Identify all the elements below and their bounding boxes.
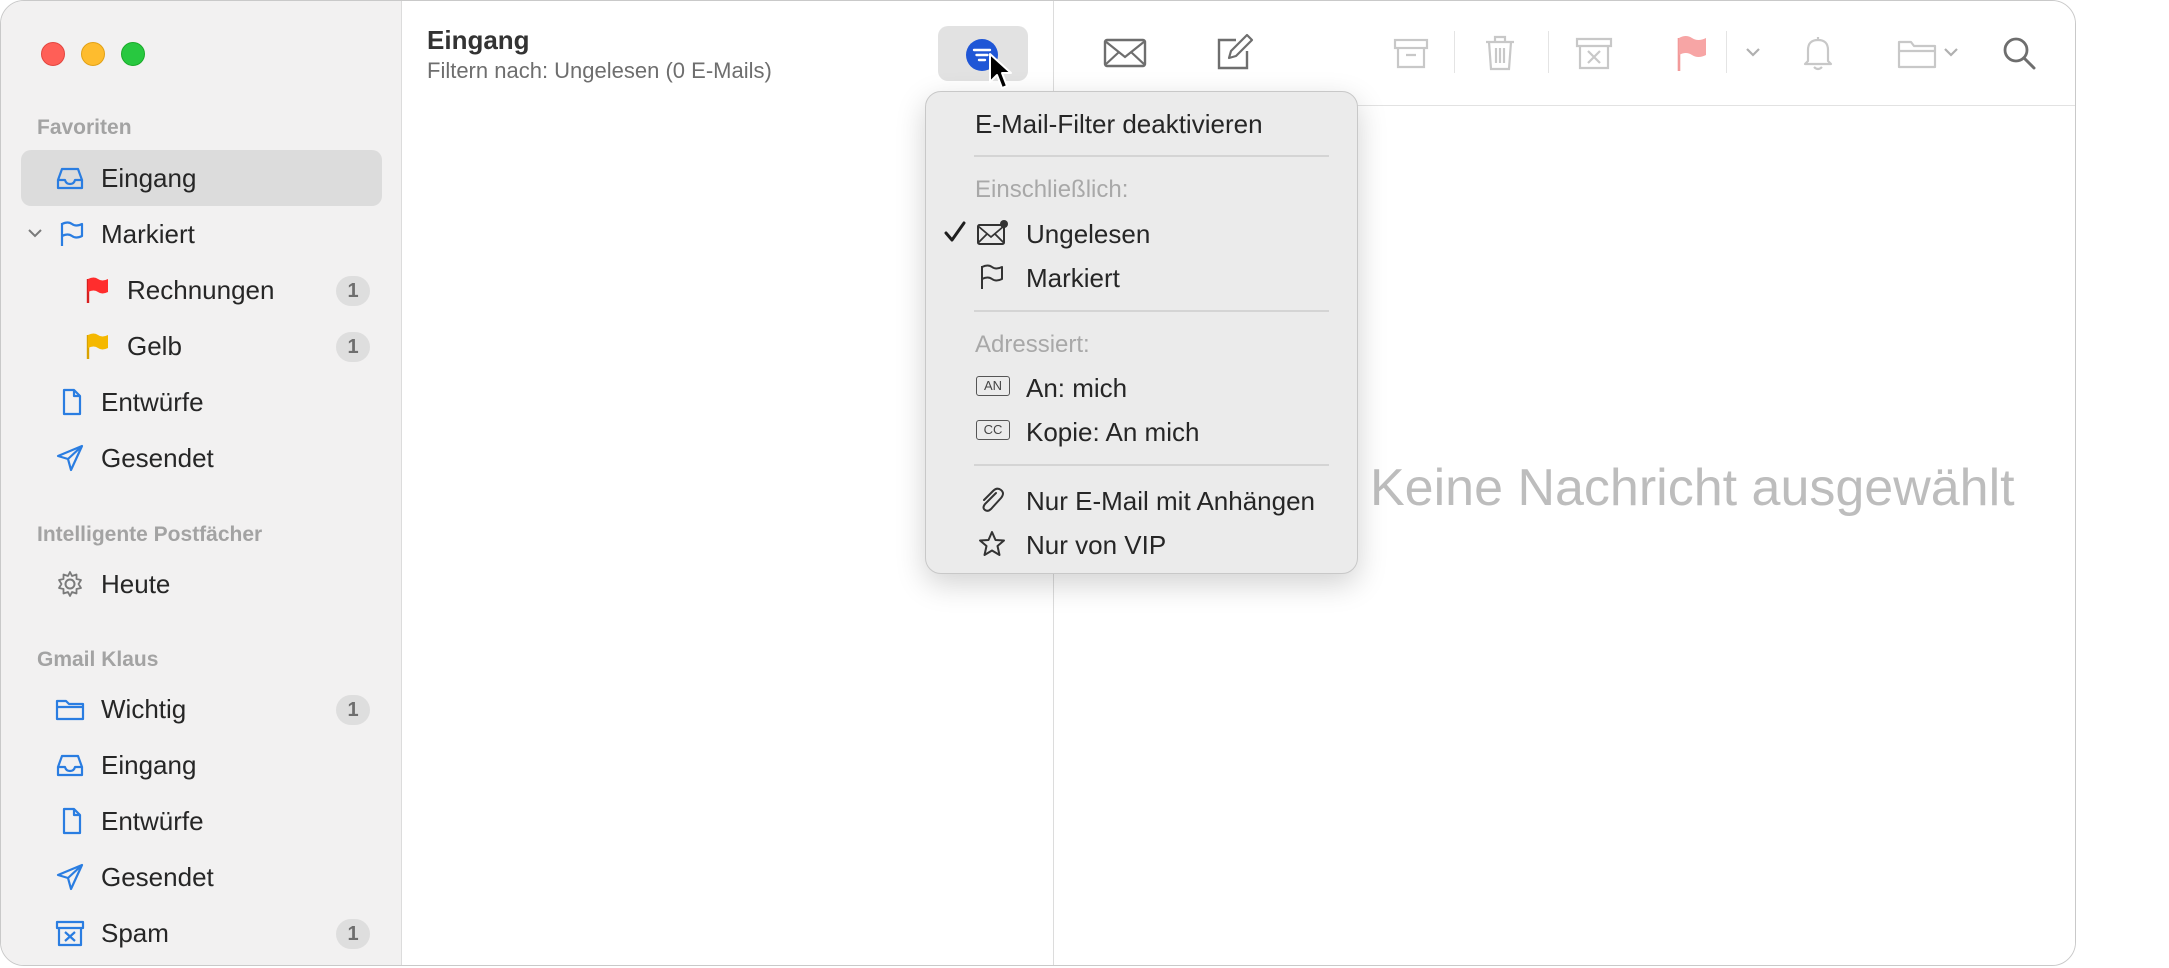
menu-separator [974, 310, 1329, 312]
menu-item-label: Nur E-Mail mit Anhängen [1026, 486, 1316, 516]
sidebar-item-label: Heute [101, 569, 171, 599]
sidebar-item-account-drafts[interactable]: Entwürfe [21, 793, 382, 849]
paper-plane-icon [56, 444, 84, 472]
sidebar-item-flagged[interactable]: Markiert [21, 206, 382, 262]
flag-outline-icon [60, 221, 84, 246]
menu-item-vip-only[interactable]: Nur von VIP [926, 524, 1357, 564]
menu-header-addressed: Adressiert: [975, 331, 1090, 358]
menu-item-flagged[interactable]: Markiert [926, 257, 1357, 297]
compose-icon[interactable] [1214, 33, 1254, 73]
get-mail-icon[interactable] [1102, 33, 1148, 73]
mailbox-title: Eingang [427, 25, 530, 55]
mouse-pointer-icon [989, 53, 1012, 89]
document-icon [62, 807, 82, 835]
sidebar-item-label: Rechnungen [127, 275, 275, 305]
menu-item-unread[interactable]: Ungelesen [926, 213, 1357, 253]
folder-icon [55, 699, 85, 721]
unread-count-badge: 1 [336, 919, 370, 949]
sidebar-item-label: Gelb [127, 331, 182, 361]
sidebar-item-label: Eingang [101, 750, 197, 780]
bell-icon[interactable] [1800, 33, 1836, 73]
menu-item-label: Ungelesen [1026, 219, 1151, 249]
unread-count-badge: 1 [336, 276, 370, 306]
document-icon [62, 388, 82, 416]
menu-item-label: Markiert [1026, 263, 1120, 293]
unread-count-badge: 1 [336, 695, 370, 725]
archive-icon[interactable] [1392, 33, 1430, 73]
toolbar-separator [1726, 31, 1727, 73]
sidebar-item-label: Gesendet [101, 443, 214, 473]
sidebar-item-account-sent[interactable]: Gesendet [21, 849, 382, 905]
unread-envelope-icon [977, 220, 1008, 245]
menu-item-cc-me[interactable]: CC Kopie: An mich [926, 411, 1357, 451]
paperclip-icon [982, 487, 1004, 512]
sidebar-item-wichtig[interactable]: Wichtig 1 [21, 681, 382, 737]
search-icon[interactable] [2000, 33, 2038, 73]
to-badge-icon: AN [976, 376, 1010, 396]
menu-item-label: An: mich [1026, 373, 1128, 403]
sidebar-item-label: Gesendet [101, 862, 214, 892]
paper-plane-icon [56, 863, 84, 891]
gear-icon [58, 571, 82, 597]
menu-item-label: E-Mail-Filter deaktivieren [975, 109, 1263, 139]
inbox-icon [56, 754, 84, 777]
sidebar: Favoriten Eingang Markiert Rechnungen 1 … [1, 1, 402, 965]
move-folder-icon[interactable] [1896, 33, 1938, 73]
account-section-title: Gmail Klaus [37, 648, 159, 671]
toolbar-separator [1454, 31, 1455, 73]
junk-icon [55, 920, 85, 947]
menu-item-label: Kopie: An mich [1026, 417, 1200, 447]
chevron-down-icon[interactable] [1942, 33, 1960, 73]
toolbar-separator [1548, 31, 1549, 73]
window-minimize-button[interactable] [81, 42, 105, 66]
menu-item-disable-filter[interactable]: E-Mail-Filter deaktivieren [926, 103, 1357, 143]
sidebar-item-rechnungen[interactable]: Rechnungen 1 [21, 262, 382, 318]
no-message-selected-label: Keine Nachricht ausgewählt [1370, 459, 2015, 517]
checkmark-icon [944, 221, 966, 242]
chevron-down-icon[interactable] [27, 226, 43, 240]
smart-mailboxes-section-title: Intelligente Postfächer [37, 523, 263, 546]
chevron-down-icon[interactable] [1744, 33, 1762, 73]
red-flag-icon [86, 277, 108, 303]
window-close-button[interactable] [41, 42, 65, 66]
sidebar-item-drafts[interactable]: Entwürfe [21, 374, 382, 430]
sidebar-item-label: Spam [101, 918, 169, 948]
menu-item-attachments-only[interactable]: Nur E-Mail mit Anhängen [926, 480, 1357, 520]
sidebar-item-label: Markiert [101, 219, 195, 249]
yellow-flag-icon [86, 333, 108, 359]
star-icon [979, 531, 1005, 556]
filter-status: Filtern nach: Ungelesen (0 E-Mails) [427, 58, 772, 83]
cc-badge-icon: CC [976, 420, 1010, 440]
flag-outline-icon [981, 264, 1003, 289]
menu-separator [974, 464, 1329, 466]
sidebar-item-label: Entwürfe [101, 387, 204, 417]
junk-icon[interactable] [1574, 33, 1614, 73]
sidebar-item-sent[interactable]: Gesendet [21, 430, 382, 486]
unread-count-badge: 1 [336, 332, 370, 362]
filter-menu: E-Mail-Filter deaktivieren Einschließlic… [925, 91, 1358, 574]
menu-header-including: Einschließlich: [975, 176, 1129, 203]
favorites-section-title: Favoriten [37, 116, 132, 139]
menu-item-to-me[interactable]: AN An: mich [926, 367, 1357, 407]
menu-separator [974, 155, 1329, 157]
filter-button[interactable] [938, 26, 1028, 81]
sidebar-item-label: Entwürfe [101, 806, 204, 836]
inbox-icon [56, 167, 84, 190]
flag-icon[interactable] [1674, 33, 1710, 73]
window-zoom-button[interactable] [121, 42, 145, 66]
sidebar-item-heute[interactable]: Heute [21, 556, 382, 612]
menu-item-label: Nur von VIP [1026, 530, 1167, 560]
sidebar-item-label: Wichtig [101, 694, 187, 724]
sidebar-item-gelb[interactable]: Gelb 1 [21, 318, 382, 374]
sidebar-item-label: Eingang [101, 163, 197, 193]
sidebar-item-spam[interactable]: Spam 1 [21, 905, 382, 961]
sidebar-item-inbox[interactable]: Eingang [21, 150, 382, 206]
sidebar-item-account-inbox[interactable]: Eingang [21, 737, 382, 793]
trash-icon[interactable] [1482, 33, 1518, 73]
